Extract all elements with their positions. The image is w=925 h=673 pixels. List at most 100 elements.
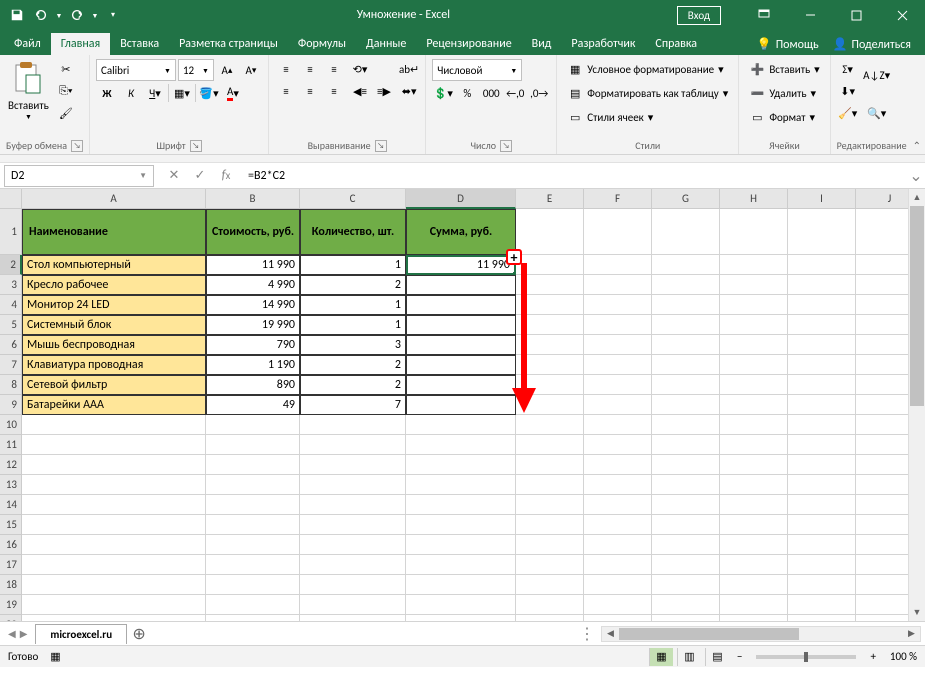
border-button[interactable]: ▦▾ bbox=[171, 83, 193, 103]
format-painter-button[interactable]: 🖌 bbox=[55, 103, 77, 123]
cell[interactable] bbox=[652, 475, 720, 495]
cell[interactable] bbox=[22, 615, 206, 621]
cell[interactable] bbox=[300, 615, 406, 621]
zoom-out-button[interactable]: − bbox=[733, 650, 746, 663]
tab-home[interactable]: Главная bbox=[51, 33, 110, 55]
cell[interactable]: 1 bbox=[300, 315, 406, 335]
cell[interactable] bbox=[584, 555, 652, 575]
cell[interactable] bbox=[516, 495, 584, 515]
cell[interactable] bbox=[788, 555, 856, 575]
maximize-button[interactable] bbox=[833, 0, 879, 30]
cell[interactable] bbox=[584, 455, 652, 475]
orientation-button[interactable]: ⟲▾ bbox=[349, 59, 371, 79]
header-cell[interactable]: Количество, шт. bbox=[300, 209, 406, 255]
page-break-view-button[interactable]: ▤ bbox=[705, 648, 729, 666]
row-header[interactable]: 20 bbox=[0, 615, 22, 621]
cell[interactable] bbox=[720, 615, 788, 621]
cell[interactable] bbox=[788, 295, 856, 315]
align-right-button[interactable]: ≡ bbox=[323, 81, 345, 101]
cell[interactable] bbox=[788, 575, 856, 595]
hscroll-split-icon[interactable]: ⋮ bbox=[573, 624, 601, 644]
login-button[interactable]: Вход bbox=[677, 6, 721, 25]
cell[interactable] bbox=[516, 415, 584, 435]
cell[interactable] bbox=[720, 395, 788, 415]
sort-filter-button[interactable]: A↓Z▾ bbox=[863, 59, 891, 91]
percent-button[interactable]: % bbox=[456, 83, 478, 103]
close-button[interactable] bbox=[879, 0, 925, 30]
cell[interactable] bbox=[720, 515, 788, 535]
cell[interactable] bbox=[516, 615, 584, 621]
vertical-scrollbar[interactable]: ▲ ▼ bbox=[908, 189, 925, 621]
cell[interactable] bbox=[720, 555, 788, 575]
wrap-text-button[interactable]: ab↵ bbox=[399, 59, 419, 79]
cell[interactable] bbox=[788, 375, 856, 395]
decrease-indent-button[interactable]: ◀≡ bbox=[349, 81, 371, 101]
row-header[interactable]: 13 bbox=[0, 475, 22, 495]
scroll-down-button[interactable]: ▼ bbox=[909, 604, 925, 621]
cell[interactable] bbox=[516, 455, 584, 475]
cell[interactable] bbox=[206, 535, 300, 555]
cell[interactable] bbox=[300, 435, 406, 455]
cell[interactable] bbox=[516, 535, 584, 555]
cell[interactable] bbox=[206, 575, 300, 595]
header-cell[interactable]: Сумма, руб. bbox=[406, 209, 516, 255]
cell[interactable] bbox=[720, 375, 788, 395]
cell[interactable] bbox=[720, 355, 788, 375]
cell[interactable] bbox=[788, 515, 856, 535]
cell[interactable] bbox=[652, 375, 720, 395]
align-left-button[interactable]: ≡ bbox=[275, 81, 297, 101]
scroll-left-button[interactable]: ◀ bbox=[602, 627, 619, 641]
cell[interactable]: Мышь беспроводная bbox=[22, 335, 206, 355]
cell[interactable] bbox=[652, 535, 720, 555]
cell[interactable] bbox=[584, 255, 652, 275]
paste-button[interactable]: Вставить ▼ bbox=[6, 59, 51, 123]
format-as-table-button[interactable]: ▤Форматировать как таблицу▾ bbox=[563, 83, 732, 103]
cell[interactable] bbox=[516, 575, 584, 595]
clear-button[interactable]: 🧹▾ bbox=[837, 103, 859, 123]
expand-formula-bar-icon[interactable]: ⌄ bbox=[907, 166, 925, 186]
cell[interactable] bbox=[720, 595, 788, 615]
cell[interactable] bbox=[788, 475, 856, 495]
cell[interactable] bbox=[652, 395, 720, 415]
cell[interactable] bbox=[584, 435, 652, 455]
cell[interactable] bbox=[652, 495, 720, 515]
cell[interactable]: 11 990 bbox=[206, 255, 300, 275]
cell[interactable]: 1 bbox=[300, 295, 406, 315]
row-header[interactable]: 18 bbox=[0, 575, 22, 595]
cell[interactable] bbox=[788, 335, 856, 355]
cell[interactable] bbox=[584, 355, 652, 375]
cell[interactable] bbox=[584, 375, 652, 395]
cell[interactable] bbox=[22, 535, 206, 555]
decrease-font-button[interactable]: A▾ bbox=[240, 60, 262, 80]
cell[interactable] bbox=[406, 535, 516, 555]
tell-me-button[interactable]: 💡Помощь bbox=[751, 34, 825, 55]
column-header[interactable]: B bbox=[206, 189, 300, 209]
row-header[interactable]: 2 bbox=[0, 255, 22, 275]
cell[interactable]: 2 bbox=[300, 275, 406, 295]
tab-view[interactable]: Вид bbox=[522, 33, 562, 55]
clipboard-launcher[interactable]: ↘ bbox=[71, 140, 83, 152]
row-header[interactable]: 5 bbox=[0, 315, 22, 335]
cell[interactable] bbox=[516, 209, 584, 255]
decrease-decimal-button[interactable]: ,0→ bbox=[528, 83, 550, 103]
cell[interactable] bbox=[720, 335, 788, 355]
column-header[interactable]: D bbox=[406, 189, 516, 209]
normal-view-button[interactable]: ▦ bbox=[649, 648, 673, 666]
cell[interactable]: 790 bbox=[206, 335, 300, 355]
zoom-level[interactable]: 100 % bbox=[890, 650, 917, 663]
cell[interactable]: 49 bbox=[206, 395, 300, 415]
cell[interactable] bbox=[406, 555, 516, 575]
cell-styles-button[interactable]: ▭Стили ячеек▾ bbox=[563, 107, 657, 127]
find-select-button[interactable]: 🔍▾ bbox=[863, 97, 891, 129]
tab-developer[interactable]: Разработчик bbox=[561, 33, 645, 55]
cell[interactable] bbox=[720, 255, 788, 275]
insert-function-button[interactable]: fx bbox=[214, 165, 238, 187]
cell[interactable] bbox=[406, 495, 516, 515]
row-header[interactable]: 4 bbox=[0, 295, 22, 315]
fill-button[interactable]: ⬇▾ bbox=[837, 81, 859, 101]
zoom-slider[interactable] bbox=[756, 655, 856, 659]
cell[interactable] bbox=[788, 255, 856, 275]
cell[interactable] bbox=[652, 615, 720, 621]
cell[interactable] bbox=[720, 209, 788, 255]
cell[interactable] bbox=[584, 415, 652, 435]
